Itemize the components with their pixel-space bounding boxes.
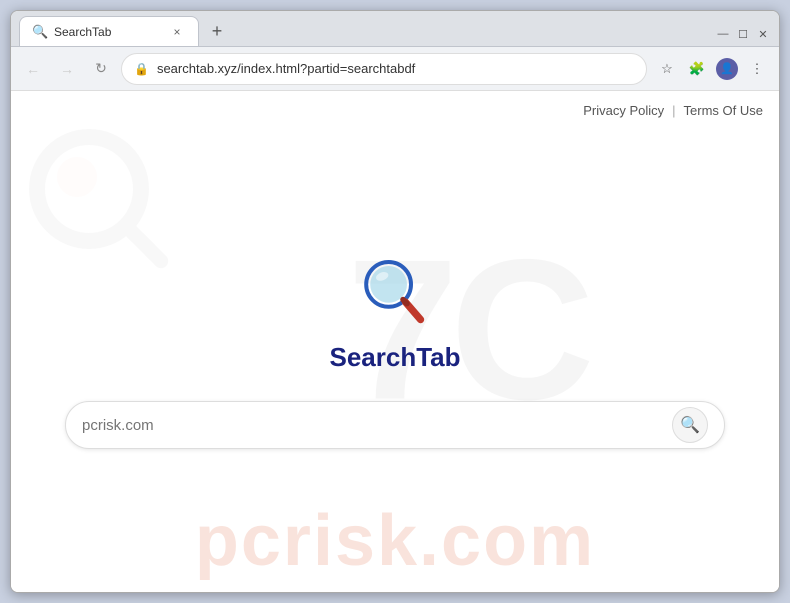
title-bar: 🔍 SearchTab × + — ☐ ✕ bbox=[11, 11, 779, 47]
back-button[interactable]: ← bbox=[19, 55, 47, 83]
extensions-button[interactable]: 🧩 bbox=[683, 55, 711, 83]
search-button[interactable]: 🔍 bbox=[672, 407, 708, 443]
forward-button[interactable]: → bbox=[53, 55, 81, 83]
bookmark-button[interactable]: ☆ bbox=[653, 55, 681, 83]
menu-button[interactable]: ⋮ bbox=[743, 55, 771, 83]
search-box[interactable]: 🔍 bbox=[65, 401, 725, 449]
new-tab-button[interactable]: + bbox=[203, 17, 231, 45]
maximize-button[interactable]: ☐ bbox=[735, 26, 751, 42]
brand-name: SearchTab bbox=[329, 342, 460, 373]
search-input[interactable] bbox=[82, 417, 664, 434]
minimize-button[interactable]: — bbox=[715, 26, 731, 42]
tab-favicon: 🔍 bbox=[32, 24, 48, 40]
active-tab[interactable]: 🔍 SearchTab × bbox=[19, 16, 199, 46]
profile-icon: 👤 bbox=[720, 62, 734, 75]
close-button[interactable]: ✕ bbox=[755, 26, 771, 42]
window-controls: — ☐ ✕ bbox=[715, 26, 771, 42]
profile-avatar: 👤 bbox=[716, 58, 738, 80]
tab-close-button[interactable]: × bbox=[168, 23, 186, 41]
page-content: Privacy Policy | Terms Of Use 7C pcrisk.… bbox=[11, 91, 779, 592]
address-bar: ← → ↻ 🔒 searchtab.xyz/index.html?partid=… bbox=[11, 47, 779, 91]
main-content: SearchTab 🔍 bbox=[11, 91, 779, 592]
address-input[interactable]: 🔒 searchtab.xyz/index.html?partid=search… bbox=[121, 53, 647, 85]
tabs-area: 🔍 SearchTab × + bbox=[19, 16, 715, 46]
tab-title: SearchTab bbox=[54, 25, 162, 39]
url-text: searchtab.xyz/index.html?partid=searchta… bbox=[157, 61, 634, 76]
search-icon: 🔍 bbox=[680, 415, 700, 435]
profile-button[interactable]: 👤 bbox=[713, 55, 741, 83]
address-icons: ☆ 🧩 👤 ⋮ bbox=[653, 55, 771, 83]
browser-window: 🔍 SearchTab × + — ☐ ✕ ← → ↻ 🔒 searchtab.… bbox=[10, 10, 780, 593]
reload-button[interactable]: ↻ bbox=[87, 55, 115, 83]
lock-icon: 🔒 bbox=[134, 62, 149, 76]
logo-magnifier-icon bbox=[355, 254, 435, 334]
